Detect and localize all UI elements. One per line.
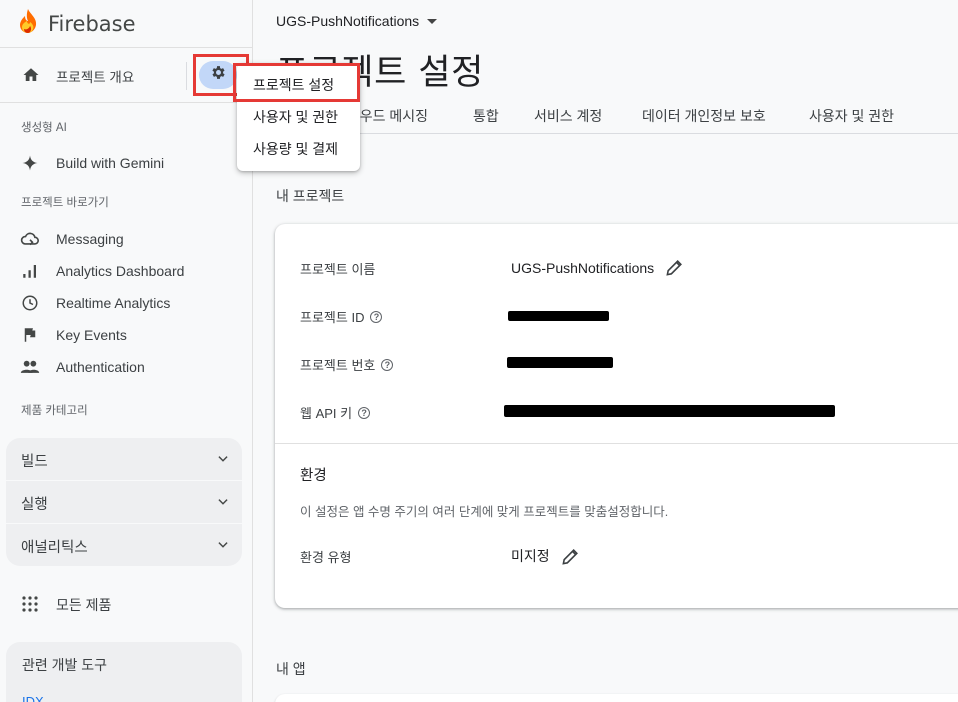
sidebar-item-label: Realtime Analytics (56, 295, 171, 311)
categories-section-label: 제품 카테고리 (21, 405, 88, 417)
label-text: 환경 유형 (300, 550, 352, 565)
edit-pencil-icon[interactable] (665, 258, 684, 277)
sidebar-item-label: Build with Gemini (56, 155, 165, 171)
category-label: 빌드 (21, 454, 48, 470)
category-label: 애널리틱스 (21, 540, 88, 556)
people-icon (20, 357, 40, 377)
menu-item-label: 사용량 및 결제 (253, 141, 339, 157)
my-apps-heading: 내 앱 (276, 661, 306, 677)
tab-data-privacy[interactable]: 데이터 개인정보 보호 (642, 106, 766, 126)
firebase-logo[interactable]: Firebase (18, 8, 136, 39)
caret-down-icon (427, 18, 438, 24)
chevron-down-icon (216, 538, 230, 557)
menu-item-project-settings[interactable]: 프로젝트 설정 (237, 67, 360, 99)
sidebar: Firebase 프로젝트 개요 생성형 AI Build with Gemin… (0, 0, 253, 702)
label-text: 웹 API 키 (300, 406, 353, 421)
genai-section-label: 생성형 AI (21, 122, 67, 134)
bar-chart-icon (20, 261, 40, 281)
tab-users-permissions[interactable]: 사용자 및 권한 (809, 106, 894, 126)
redacted-web-api-key (504, 405, 835, 417)
sidebar-item-label: Messaging (56, 231, 124, 247)
label-text: 프로젝트 ID (300, 310, 365, 325)
environment-title: 환경 (300, 468, 327, 484)
divider (275, 443, 958, 444)
category-label: 실행 (21, 497, 48, 513)
dev-tools-title: 관련 개발 도구 (22, 657, 108, 673)
value-text: UGS-PushNotifications (511, 259, 655, 276)
divider (186, 62, 187, 90)
label-text: 프로젝트 이름 (300, 262, 376, 277)
my-project-heading: 내 프로젝트 (276, 188, 345, 204)
help-icon[interactable]: ? (358, 406, 371, 419)
menu-item-label: 프로젝트 설정 (253, 77, 335, 93)
value-text: 미지정 (511, 548, 550, 564)
grid-icon (22, 596, 38, 617)
product-categories: 빌드 실행 애널리틱스 (6, 438, 242, 566)
project-overview-link[interactable]: 프로젝트 개요 (56, 66, 134, 86)
label-text: 프로젝트 번호 (300, 358, 376, 373)
home-icon[interactable] (22, 66, 40, 89)
sidebar-item-label: Analytics Dashboard (56, 263, 185, 279)
project-selector[interactable]: UGS-PushNotifications (276, 13, 438, 29)
sidebar-item-label: Authentication (56, 359, 145, 375)
sidebar-item-analytics-dashboard[interactable]: Analytics Dashboard (0, 256, 252, 286)
sidebar-item-messaging[interactable]: Messaging (0, 224, 252, 254)
project-id-label: 프로젝트 ID ? (300, 307, 383, 326)
project-name-label: 프로젝트 이름 (300, 259, 375, 278)
shortcuts-section-label: 프로젝트 바로가기 (21, 197, 109, 209)
project-number-label: 프로젝트 번호 ? (300, 355, 394, 374)
menu-item-users-permissions[interactable]: 사용자 및 권한 (237, 99, 360, 131)
tab-service-accounts[interactable]: 서비스 계정 (534, 106, 602, 126)
sidebar-item-authentication[interactable]: Authentication (0, 352, 252, 382)
all-products-label: 모든 제품 (56, 597, 112, 613)
sidebar-item-label: Key Events (56, 327, 127, 343)
my-apps-card (275, 694, 958, 702)
gear-icon (210, 64, 227, 86)
help-icon[interactable]: ? (370, 310, 383, 323)
brand-name: Firebase (48, 11, 136, 36)
project-selector-label: UGS-PushNotifications (276, 13, 420, 29)
cloud-sync-icon (20, 229, 40, 249)
menu-item-label: 사용자 및 권한 (253, 109, 339, 125)
category-build[interactable]: 빌드 (6, 438, 242, 480)
sidebar-item-key-events[interactable]: Key Events (0, 320, 252, 350)
sparkle-icon (20, 153, 40, 173)
all-products-link[interactable]: 모든 제품 (0, 590, 252, 618)
chevron-down-icon (216, 452, 230, 471)
project-info-card: 프로젝트 이름 UGS-PushNotifications 프로젝트 ID ? … (275, 224, 958, 608)
menu-item-usage-billing[interactable]: 사용량 및 결제 (237, 131, 360, 163)
settings-menu: 프로젝트 설정 사용자 및 권한 사용량 및 결제 (237, 63, 360, 171)
tab-integrations[interactable]: 통합 (473, 106, 499, 126)
idx-link[interactable]: IDX (22, 694, 44, 702)
settings-gear-button[interactable] (199, 61, 237, 89)
help-icon[interactable]: ? (381, 358, 394, 371)
edit-pencil-icon[interactable] (561, 547, 580, 566)
environment-type-label: 환경 유형 (300, 547, 351, 566)
sidebar-item-realtime-analytics[interactable]: Realtime Analytics (0, 288, 252, 318)
related-dev-tools: 관련 개발 도구 IDX (6, 642, 242, 702)
category-analytics[interactable]: 애널리틱스 (6, 524, 242, 566)
environment-type-value: 미지정 (511, 546, 580, 566)
web-api-key-label: 웹 API 키 ? (300, 403, 371, 422)
chevron-down-icon (216, 495, 230, 514)
redacted-project-number (507, 357, 613, 368)
firebase-flame-icon (18, 8, 38, 39)
category-run[interactable]: 실행 (6, 481, 242, 523)
flag-icon (20, 325, 40, 345)
redacted-project-id (508, 311, 609, 321)
environment-description: 이 설정은 앱 수명 주기의 여러 단계에 맞게 프로젝트를 맞춤설정합니다. (300, 505, 669, 519)
project-name-value: UGS-PushNotifications (511, 258, 684, 277)
sidebar-item-build-with-gemini[interactable]: Build with Gemini (0, 148, 252, 178)
clock-icon (20, 293, 40, 313)
